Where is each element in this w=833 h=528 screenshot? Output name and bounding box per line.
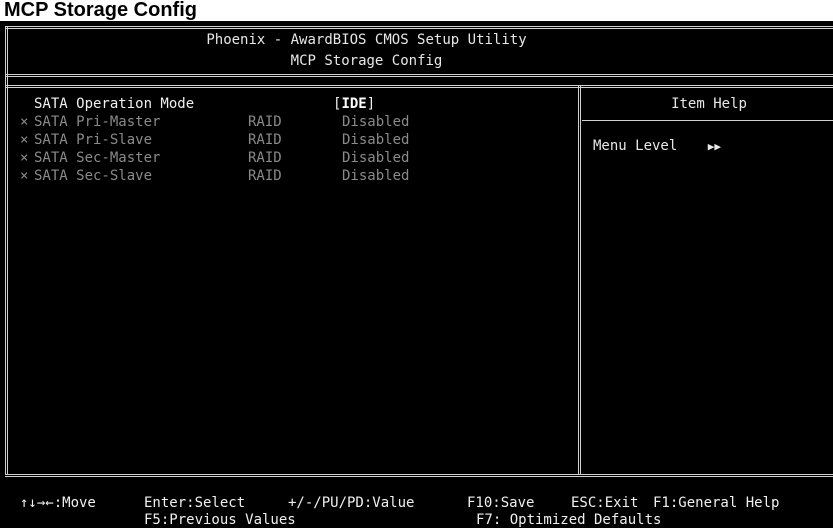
setting-label: SATA Operation Mode bbox=[34, 96, 195, 112]
setting-raid-tag: RAID bbox=[248, 150, 282, 166]
footer-key-save: F10:Save bbox=[467, 495, 535, 511]
bios-title: Phoenix - AwardBIOS CMOS Setup Utility bbox=[206, 32, 527, 48]
setting-sata-sec-master: × SATA Sec-Master RAID Disabled bbox=[20, 150, 570, 166]
item-help-title: Item Help bbox=[671, 96, 747, 112]
footer-key-general-help: F1:General Help bbox=[653, 495, 780, 511]
outer-frame-top bbox=[5, 26, 833, 29]
panel-frame-top bbox=[5, 85, 833, 88]
footer-key-select: Enter:Select bbox=[144, 495, 246, 511]
setting-value: Disabled bbox=[342, 114, 410, 130]
setting-label: SATA Sec-Slave bbox=[34, 168, 153, 184]
setting-label: SATA Pri-Master bbox=[34, 114, 161, 130]
help-panel-divider bbox=[578, 85, 581, 474]
setting-sata-sec-slave: × SATA Sec-Slave RAID Disabled bbox=[20, 168, 570, 184]
footer-key-optimized-defaults: F7: Optimized Defaults bbox=[476, 512, 662, 528]
footer-key-previous-values: F5:Previous Values bbox=[144, 512, 296, 528]
disabled-marker-icon: × bbox=[20, 168, 29, 184]
outer-frame-left bbox=[5, 26, 8, 474]
disabled-marker-icon: × bbox=[20, 114, 29, 130]
setting-value: Disabled bbox=[342, 168, 410, 184]
setting-value: Disabled bbox=[342, 132, 410, 148]
item-help-separator bbox=[582, 120, 833, 121]
disabled-marker-icon: × bbox=[20, 150, 29, 166]
disabled-marker-icon: × bbox=[20, 132, 29, 148]
setting-value: Disabled bbox=[342, 150, 410, 166]
setting-sata-operation-mode[interactable]: SATA Operation Mode [IDE] bbox=[20, 96, 570, 112]
menu-level-arrows-icon: ▶▶ bbox=[707, 140, 721, 153]
setting-label: SATA Pri-Slave bbox=[34, 132, 153, 148]
bios-screen: Phoenix - AwardBIOS CMOS Setup Utility M… bbox=[0, 21, 833, 528]
page-heading: MCP Storage Config bbox=[4, 0, 197, 21]
footer-key-value: +/-/PU/PD:Value bbox=[288, 495, 415, 511]
bios-subtitle: MCP Storage Config bbox=[290, 53, 443, 69]
setting-value-selected: IDE bbox=[341, 96, 367, 112]
menu-level-label: Menu Level bbox=[593, 138, 678, 154]
setting-value-sata-operation-mode[interactable]: [IDE] bbox=[333, 96, 375, 112]
footer-key-move: ↑↓→←:Move bbox=[20, 495, 96, 511]
setting-label: SATA Sec-Master bbox=[34, 150, 161, 166]
setting-raid-tag: RAID bbox=[248, 168, 282, 184]
setting-raid-tag: RAID bbox=[248, 132, 282, 148]
header-divider bbox=[5, 74, 833, 77]
menu-level-line: Menu Level ▶▶ bbox=[593, 138, 721, 154]
setting-sata-pri-slave: × SATA Pri-Slave RAID Disabled bbox=[20, 132, 570, 148]
footer-key-exit: ESC:Exit bbox=[571, 495, 639, 511]
panel-frame-bottom bbox=[5, 474, 833, 477]
setting-sata-pri-master: × SATA Pri-Master RAID Disabled bbox=[20, 114, 570, 130]
setting-raid-tag: RAID bbox=[248, 114, 282, 130]
